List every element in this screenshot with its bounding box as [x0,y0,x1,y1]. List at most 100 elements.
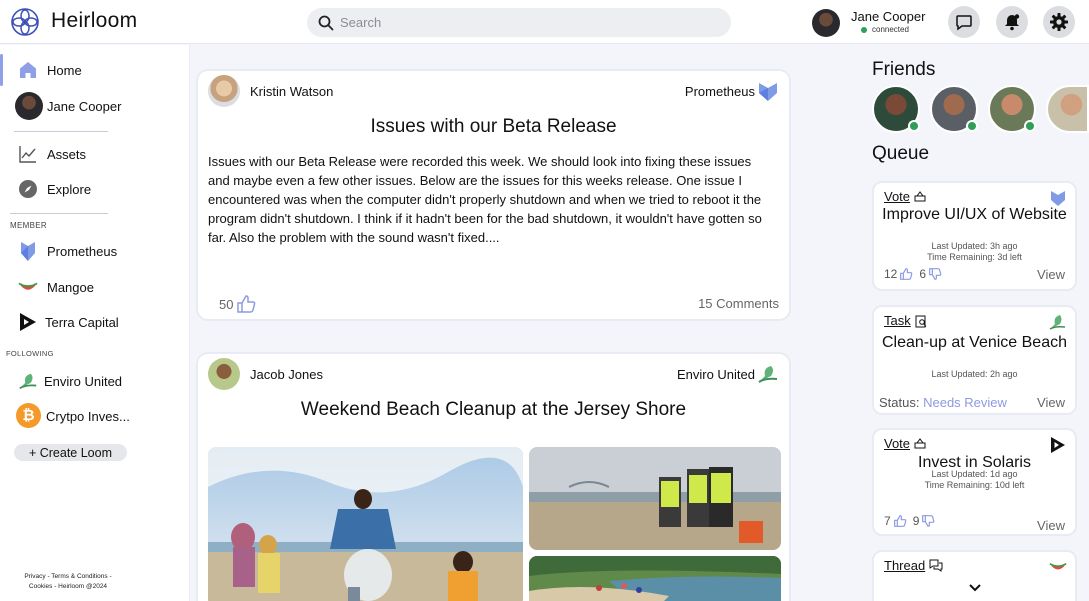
user-status: connected [872,25,909,34]
bell-icon [1005,14,1020,31]
upvote-count: 12 [884,267,898,281]
post-body: Issues with our Beta Release were record… [208,154,762,245]
settings-button[interactable] [1043,6,1075,38]
view-button[interactable]: View [1037,267,1065,282]
friend-avatar[interactable] [988,85,1036,133]
user-name[interactable]: Jane Cooper [851,9,925,24]
chat-icon [956,15,972,31]
user-avatar[interactable] [812,9,840,37]
sidebar-item-profile[interactable]: Jane Cooper [0,90,180,122]
queue-card-remaining: Time Remaining: 3d left [927,252,1022,262]
divider [10,213,108,214]
thumbs-down-icon[interactable] [928,268,942,280]
post-loom[interactable]: Prometheus [685,84,755,99]
sidebar-item-explore[interactable]: Explore [0,173,180,205]
sidebar-item-label: Mangoe [47,279,94,295]
beach-cleanup-photo-icon [208,447,523,601]
sidebar-item-label: Prometheus [47,243,118,259]
author-avatar[interactable] [208,75,240,107]
compass-icon [18,179,38,199]
mangoe-logo-icon [1049,563,1067,570]
chart-icon [18,144,38,164]
view-button[interactable]: View [1037,395,1065,410]
friend-avatar[interactable] [930,85,978,133]
volunteers-photo-icon [529,447,781,550]
queue-card[interactable]: Vote Improve UI/UX of Website Last Updat… [872,181,1077,291]
post-photo[interactable] [529,556,781,601]
sidebar-item-label: Home [47,62,82,78]
sidebar-item-enviro-united[interactable]: Enviro United [0,365,180,397]
online-status-icon [1024,120,1036,132]
queue-card-type[interactable]: Thread [884,558,943,573]
notifications-button[interactable] [996,6,1028,38]
task-status: Status: Needs Review [879,395,1007,410]
footer-links[interactable]: Privacy - Terms & Conditions - Cookies -… [13,572,123,592]
sidebar-item-prometheus[interactable]: Prometheus [0,235,180,267]
queue-card-updated: Last Updated: 3h ago [931,241,1018,251]
sidebar-item-home[interactable]: Home [0,54,180,86]
chevron-down-icon[interactable] [968,583,982,593]
right-panel: Friends Queue Vote Improve UI/UX of Webs… [862,45,1089,601]
post-photo[interactable] [208,447,523,601]
queue-card[interactable]: Vote Invest in Solaris Last Updated: 1d … [872,428,1077,536]
queue-card-type[interactable]: Vote [884,436,926,451]
queue-type-label: Vote [884,436,911,451]
friend-avatar[interactable] [1046,85,1089,133]
queue-card-type[interactable]: Task [884,313,927,328]
sidebar-item-label: Crytpo Inves... [46,408,130,424]
thumbs-up-icon[interactable] [899,268,913,280]
author-avatar[interactable] [208,358,240,390]
sidebar-item-label: Enviro United [44,373,123,389]
status-label: Status: [879,395,920,410]
view-button[interactable]: View [1037,518,1065,533]
post-title[interactable]: Weekend Beach Cleanup at the Jersey Shor… [198,399,789,421]
online-status-icon [966,120,978,132]
search-icon [318,15,334,30]
thumbs-up-icon [237,295,256,313]
create-loom-button[interactable]: + Create Loom [14,444,127,461]
status-value[interactable]: Needs Review [923,395,1007,410]
queue-card-title[interactable]: Improve UI/UX of Website [874,207,1075,223]
bitcoin-icon: ₿ [16,403,41,428]
heirloom-logo-icon[interactable] [10,7,40,37]
queue-type-label: Task [884,313,911,328]
sidebar-item-label: Explore [47,181,92,197]
search-bar[interactable] [307,8,731,37]
sidebar-item-assets[interactable]: Assets [0,138,180,170]
comments-link[interactable]: 15 Comments [698,296,779,311]
queue-card-type[interactable]: Vote [884,189,926,204]
thumbs-up-icon[interactable] [893,515,907,527]
following-section-label: FOLLOWING [6,349,54,358]
queue-card[interactable]: Task Clean-up at Venice Beach Last Updat… [872,305,1077,415]
post-author[interactable]: Jacob Jones [250,367,323,382]
post-card[interactable]: Kristin Watson Prometheus Issues with ou… [196,69,791,321]
mangoe-logo-icon [18,277,38,297]
like-button[interactable]: 50 [219,295,256,313]
queue-card[interactable]: Thread [872,550,1077,601]
messages-button[interactable] [948,6,980,38]
post-loom[interactable]: Enviro United [677,367,755,382]
post-title[interactable]: Issues with our Beta Release [198,116,789,138]
sidebar-item-label: Jane Cooper [47,98,122,114]
sidebar: Home Jane Cooper Assets Explore MEMBER P… [0,45,190,601]
queue-card-title[interactable]: Clean-up at Venice Beach [874,333,1075,352]
post-photo[interactable] [529,447,781,550]
thumbs-down-icon[interactable] [921,515,935,527]
home-icon [18,60,38,80]
post-card[interactable]: Jacob Jones Enviro United Weekend Beach … [196,352,791,601]
friend-avatar[interactable] [872,85,920,133]
terra-capital-logo-icon [1051,437,1065,453]
prometheus-logo-icon [759,83,777,101]
enviro-united-logo-icon [18,371,38,391]
speech-bubbles-icon [929,559,943,572]
sidebar-item-mangoe[interactable]: Mangoe [0,271,180,303]
sidebar-item-crypto-investing[interactable]: ₿ Crytpo Inves... [0,400,180,432]
sidebar-item-label: Assets [47,146,87,162]
ballot-icon [914,191,926,202]
vote-counts: 12 6 [884,267,942,281]
sidebar-item-terra-capital[interactable]: Terra Capital [0,306,180,338]
search-input[interactable] [340,15,700,30]
post-author[interactable]: Kristin Watson [250,84,333,99]
member-section-label: MEMBER [10,221,47,230]
queue-heading: Queue [872,143,930,164]
